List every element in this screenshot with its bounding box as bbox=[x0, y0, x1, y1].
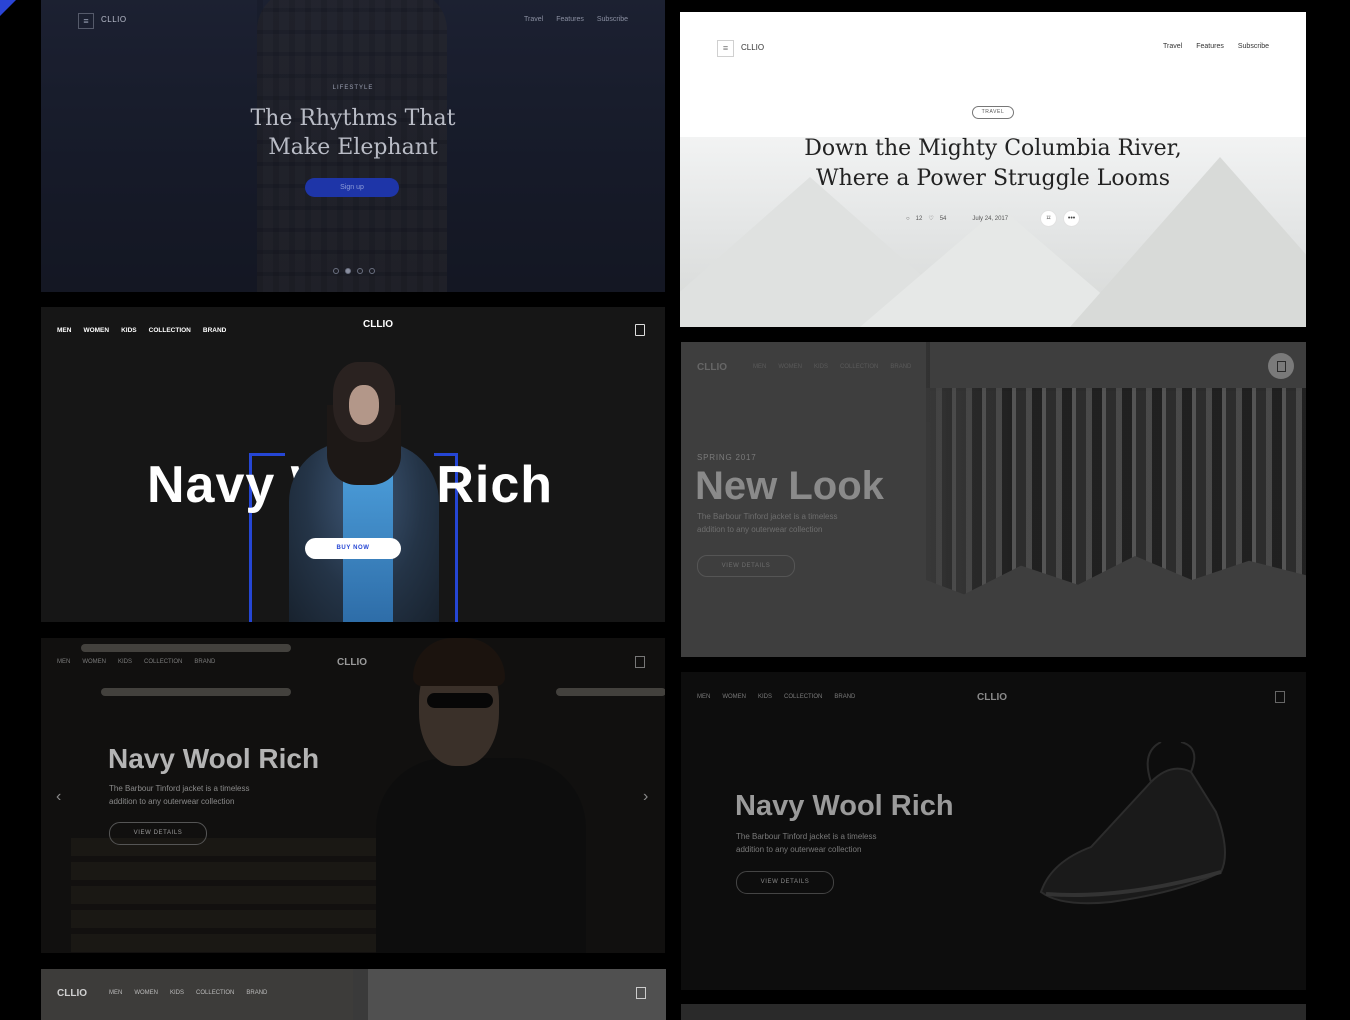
shopping-bag-icon[interactable] bbox=[635, 656, 645, 668]
nav-men[interactable]: MEN bbox=[57, 659, 70, 665]
nav-collection[interactable]: COLLECTION bbox=[144, 659, 182, 665]
shopping-bag-icon[interactable] bbox=[1275, 691, 1285, 703]
article-meta: ○ 12 ♡ 54 July 24, 2017 ⌑ ••• bbox=[906, 210, 1081, 227]
hero-description: The Barbour Tinford jacket is a timeless… bbox=[697, 512, 838, 534]
hero-title: Navy Wool Rich bbox=[108, 743, 320, 774]
nav-men[interactable]: MEN bbox=[753, 364, 766, 370]
nav-subscribe[interactable]: Subscribe bbox=[597, 16, 628, 23]
brand-logo[interactable]: CLLIO bbox=[741, 43, 764, 52]
like-count: 54 bbox=[939, 215, 947, 222]
nav-collection[interactable]: COLLECTION bbox=[784, 694, 822, 700]
nav-brand[interactable]: BRAND bbox=[203, 327, 226, 334]
category-tag[interactable]: TRAVEL bbox=[972, 106, 1014, 119]
hero-menswear-panel: MEN WOMEN KIDS COLLECTION BRAND CLLIO Na… bbox=[41, 638, 665, 953]
nav-travel[interactable]: Travel bbox=[1163, 43, 1182, 50]
slider-dots bbox=[333, 268, 375, 274]
hero-description: The Barbour Tinford jacket is a timeless… bbox=[109, 784, 250, 806]
brand-logo[interactable]: CLLIO bbox=[101, 15, 127, 24]
slide-dot[interactable] bbox=[357, 268, 363, 274]
hero-travel-panel: ≡ CLLIO Travel Features Subscribe TRAVEL… bbox=[680, 12, 1306, 327]
nav-men[interactable]: MEN bbox=[697, 694, 710, 700]
header-preview-panel: CLLIO MEN WOMEN KIDS COLLECTION BRAND bbox=[41, 969, 666, 1020]
category-nav: MEN WOMEN KIDS COLLECTION BRAND bbox=[697, 694, 855, 700]
slide-dot-active[interactable] bbox=[345, 268, 351, 274]
nav-brand[interactable]: BRAND bbox=[890, 364, 911, 370]
sign-up-button[interactable]: Sign up bbox=[305, 178, 399, 197]
view-details-button[interactable]: VIEW DETAILS bbox=[697, 555, 795, 577]
hero-title: Navy Wool Rich bbox=[735, 790, 954, 822]
brand-logo[interactable]: CLLIO bbox=[57, 988, 87, 999]
hero-sneaker-panel: MEN WOMEN KIDS COLLECTION BRAND CLLIO Na… bbox=[681, 672, 1306, 990]
chevron-left-icon[interactable]: ‹ bbox=[56, 788, 61, 806]
nav-subscribe[interactable]: Subscribe bbox=[1238, 43, 1269, 50]
comment-count: 12 bbox=[915, 215, 923, 222]
category-nav: MEN WOMEN KIDS COLLECTION BRAND bbox=[753, 364, 911, 370]
nav-women[interactable]: WOMEN bbox=[722, 694, 746, 700]
view-details-button[interactable]: VIEW DETAILS bbox=[736, 871, 834, 894]
nav-women[interactable]: WOMEN bbox=[778, 364, 802, 370]
more-icon[interactable]: ••• bbox=[1063, 210, 1081, 227]
hero-lifestyle-panel: ≡ CLLIO Travel Features Subscribe LIFEST… bbox=[41, 0, 665, 292]
nav-kids[interactable]: KIDS bbox=[118, 659, 132, 665]
nav-kids[interactable]: KIDS bbox=[758, 694, 772, 700]
comment-icon[interactable]: ○ bbox=[906, 216, 910, 222]
hero-title: New Look bbox=[695, 464, 884, 508]
slide-dot[interactable] bbox=[369, 268, 375, 274]
menu-icon[interactable]: ≡ bbox=[717, 40, 734, 57]
category-nav: MEN WOMEN KIDS COLLECTION BRAND bbox=[57, 659, 215, 665]
category-nav: MEN WOMEN KIDS COLLECTION BRAND bbox=[57, 327, 226, 334]
nav-kids[interactable]: KIDS bbox=[814, 364, 828, 370]
chevron-right-icon[interactable]: › bbox=[643, 788, 648, 806]
nav-women[interactable]: WOMEN bbox=[83, 327, 109, 334]
nav-brand[interactable]: BRAND bbox=[246, 990, 267, 996]
bookmark-icon[interactable]: ⌑ bbox=[1040, 210, 1058, 227]
hero-new-look-panel: CLLIO MEN WOMEN KIDS COLLECTION BRAND SP… bbox=[681, 342, 1306, 657]
top-nav: Travel Features Subscribe bbox=[1163, 43, 1269, 50]
brand-logo[interactable]: CLLIO bbox=[337, 657, 367, 668]
article-title: Down the Mighty Columbia River, Where a … bbox=[804, 136, 1182, 191]
brand-logo[interactable]: CLLIO bbox=[977, 692, 1007, 703]
sneaker-image bbox=[1039, 742, 1226, 905]
nav-travel[interactable]: Travel bbox=[524, 16, 543, 23]
nav-collection[interactable]: COLLECTION bbox=[840, 364, 878, 370]
heart-icon[interactable]: ♡ bbox=[928, 215, 933, 222]
nav-collection[interactable]: COLLECTION bbox=[149, 327, 191, 334]
corner-accent bbox=[0, 0, 16, 16]
footer-preview-panel bbox=[681, 1004, 1306, 1020]
shopping-bag-icon[interactable] bbox=[635, 324, 645, 336]
brand-logo[interactable]: CLLIO bbox=[363, 319, 393, 330]
nav-collection[interactable]: COLLECTION bbox=[196, 990, 234, 996]
hero-fashion-panel: MEN WOMEN KIDS COLLECTION BRAND CLLIO Na… bbox=[41, 307, 665, 622]
article-date: July 24, 2017 bbox=[972, 215, 1009, 222]
top-nav: Travel Features Subscribe bbox=[524, 16, 628, 23]
shopping-bag-icon[interactable] bbox=[636, 987, 646, 999]
category-nav: MEN WOMEN KIDS COLLECTION BRAND bbox=[109, 990, 267, 996]
season-label: SPRING 2017 bbox=[697, 453, 757, 462]
nav-kids[interactable]: KIDS bbox=[121, 327, 137, 334]
nav-men[interactable]: MEN bbox=[57, 327, 71, 334]
nav-men[interactable]: MEN bbox=[109, 990, 122, 996]
category-label: LIFESTYLE bbox=[332, 85, 374, 91]
brand-logo[interactable]: CLLIO bbox=[697, 362, 727, 373]
slide-dot[interactable] bbox=[333, 268, 339, 274]
view-details-button[interactable]: VIEW DETAILS bbox=[109, 822, 207, 845]
nav-brand[interactable]: BRAND bbox=[194, 659, 215, 665]
nav-women[interactable]: WOMEN bbox=[82, 659, 106, 665]
hero-description: The Barbour Tinford jacket is a timeless… bbox=[736, 832, 877, 854]
nav-kids[interactable]: KIDS bbox=[170, 990, 184, 996]
nav-women[interactable]: WOMEN bbox=[134, 990, 158, 996]
nav-features[interactable]: Features bbox=[1196, 43, 1224, 50]
nav-brand[interactable]: BRAND bbox=[834, 694, 855, 700]
shopping-bag-icon[interactable] bbox=[1268, 353, 1294, 379]
buy-now-button[interactable]: BUY NOW bbox=[305, 538, 401, 559]
menu-icon[interactable]: ≡ bbox=[78, 13, 94, 29]
hero-title: The Rhythms That Make Elephant bbox=[250, 106, 456, 160]
nav-features[interactable]: Features bbox=[556, 16, 584, 23]
model-image bbox=[271, 357, 461, 622]
